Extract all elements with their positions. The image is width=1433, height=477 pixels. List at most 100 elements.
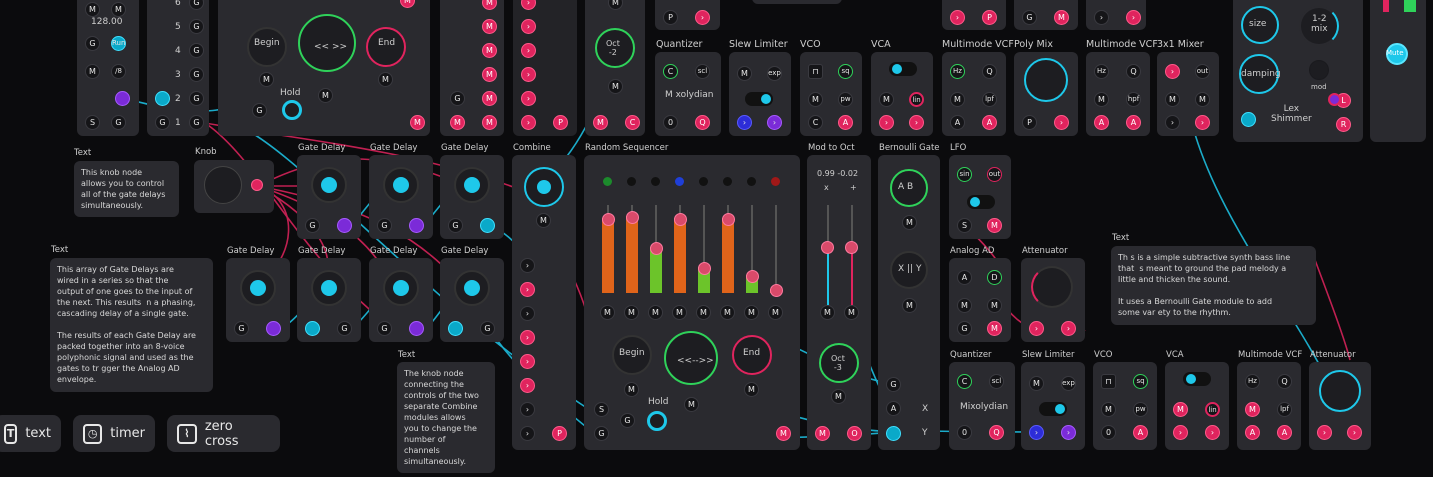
gate-2-port[interactable]: G xyxy=(189,91,204,106)
vco-out[interactable]: A xyxy=(838,115,853,130)
gd2-knob[interactable] xyxy=(383,167,419,203)
poly-out-2[interactable]: › xyxy=(521,19,536,34)
v2-wave[interactable]: ⊓ xyxy=(1101,374,1116,389)
vca2-out[interactable]: › xyxy=(1205,425,1220,440)
mult-slider[interactable] xyxy=(827,205,829,305)
slew-exp-port[interactable]: exp xyxy=(767,66,782,81)
vcf-hz-port[interactable]: Hz xyxy=(950,64,965,79)
vcf2-m-port[interactable]: M xyxy=(1094,92,1109,107)
bern-m-2[interactable]: M xyxy=(902,298,917,313)
combine-in-5[interactable]: › xyxy=(520,354,535,369)
voice-m-2[interactable]: M xyxy=(482,19,497,34)
mod-knob[interactable] xyxy=(1309,60,1329,80)
div-port[interactable]: /8 xyxy=(111,64,126,79)
quant-out[interactable]: Q xyxy=(695,115,710,130)
vcf2-hz-port[interactable]: Hz xyxy=(1094,64,1109,79)
step-handle-8[interactable] xyxy=(770,284,783,297)
atten2-knob[interactable] xyxy=(1319,370,1361,412)
voice-g-in[interactable]: G xyxy=(450,91,465,106)
vcf2-hpf-port[interactable]: hpf xyxy=(1126,92,1141,107)
splitter-in-port[interactable] xyxy=(155,91,170,106)
clock-m-port-3[interactable]: M xyxy=(85,64,100,79)
polymix-knob[interactable] xyxy=(1024,58,1068,102)
lfo-m[interactable]: M xyxy=(987,218,1002,233)
vco-m-port[interactable]: M xyxy=(808,92,823,107)
seq-begin-m[interactable]: M xyxy=(624,382,639,397)
voice-m-5[interactable]: M xyxy=(482,91,497,106)
gate-6-port[interactable]: G xyxy=(189,0,204,10)
clock-m-port-2[interactable]: M xyxy=(111,2,126,17)
combine-knob[interactable] xyxy=(524,167,564,207)
clock-out-port[interactable] xyxy=(115,91,130,106)
gd3-knob[interactable] xyxy=(454,167,490,203)
s2-m[interactable]: M xyxy=(1029,376,1044,391)
patch-canvas[interactable]: M M 128.00 G Run M /8 S G 6G 5G 4G 3G 2G… xyxy=(0,0,1433,477)
vca-out[interactable]: › xyxy=(909,115,924,130)
combine-in-2[interactable]: › xyxy=(520,282,535,297)
top-m-out[interactable]: M xyxy=(1054,10,1069,25)
combine-p-out[interactable]: P xyxy=(552,426,567,441)
ad-m-2[interactable]: M xyxy=(987,298,1002,313)
vca-in[interactable]: › xyxy=(879,115,894,130)
f3-lpf[interactable]: lpf xyxy=(1277,402,1292,417)
combine-m-out[interactable]: M xyxy=(410,115,425,130)
atten1-in[interactable]: › xyxy=(1029,321,1044,336)
poly-out-3[interactable]: › xyxy=(521,43,536,58)
step-m-port-2[interactable]: M xyxy=(624,305,639,320)
mod-m-1[interactable]: M xyxy=(820,305,835,320)
voice-m-7[interactable]: M xyxy=(482,115,497,130)
gd5-in[interactable] xyxy=(305,321,320,336)
range-m-port[interactable]: M xyxy=(318,88,333,103)
polymix-out[interactable]: › xyxy=(1054,115,1069,130)
poly-out-4[interactable]: › xyxy=(521,67,536,82)
end-mod-port[interactable]: M xyxy=(400,0,415,8)
oct-m-port-top[interactable]: M xyxy=(608,0,623,10)
atten1-out[interactable]: › xyxy=(1061,321,1076,336)
combine-in-1[interactable]: › xyxy=(520,258,535,273)
clock-m-port-1[interactable]: M xyxy=(85,2,100,17)
ad-a[interactable]: A xyxy=(957,270,972,285)
bern-m[interactable]: M xyxy=(902,215,917,230)
gd6-g[interactable]: G xyxy=(377,321,392,336)
bern-in[interactable] xyxy=(886,426,901,441)
step-handle-1[interactable] xyxy=(602,213,615,226)
splitter-g-port[interactable]: G xyxy=(155,115,170,130)
poly-out-6[interactable]: › xyxy=(521,115,536,130)
gd3-g[interactable]: G xyxy=(448,218,463,233)
ad-m-1[interactable]: M xyxy=(957,298,972,313)
step-m-port-1[interactable]: M xyxy=(600,305,615,320)
atten2-out[interactable]: › xyxy=(1347,425,1362,440)
seq-hold-g[interactable]: G xyxy=(620,413,635,428)
top-out-1[interactable]: › xyxy=(950,10,965,25)
gd1-out[interactable] xyxy=(337,218,352,233)
seq-g-port[interactable]: G xyxy=(594,426,609,441)
array-note[interactable]: This array of Gate Delays are wired in a… xyxy=(50,258,213,392)
mod-o-out[interactable]: O xyxy=(847,426,862,441)
step-slider-track-8[interactable] xyxy=(775,205,777,293)
ad-g[interactable]: G xyxy=(957,321,972,336)
slew-m-port[interactable]: M xyxy=(737,66,752,81)
slew-in[interactable]: › xyxy=(737,115,752,130)
mod-m-2[interactable]: M xyxy=(844,305,859,320)
vca-lin-port[interactable]: lin xyxy=(909,92,924,107)
quant-c-port[interactable]: C xyxy=(663,64,678,79)
seq-hold-button[interactable] xyxy=(647,411,667,431)
vca2-lin[interactable]: lin xyxy=(1205,402,1220,417)
vcf2-a-in[interactable]: A xyxy=(1094,115,1109,130)
vcf-lpf-port[interactable]: lpf xyxy=(982,92,997,107)
q2-0[interactable]: 0 xyxy=(957,425,972,440)
f3-out[interactable]: A xyxy=(1277,425,1292,440)
oct-m-out[interactable]: M xyxy=(593,115,608,130)
mixer-m-1[interactable]: M xyxy=(1165,92,1180,107)
mixer-out-knob[interactable]: out xyxy=(1195,64,1210,79)
voice-m-4[interactable]: M xyxy=(482,67,497,82)
run-button[interactable]: Run xyxy=(111,36,126,51)
offset-handle[interactable] xyxy=(845,241,858,254)
step-m-port-6[interactable]: M xyxy=(720,305,735,320)
seq-s-port[interactable]: S xyxy=(594,402,609,417)
top-p-out[interactable]: P xyxy=(982,10,997,25)
gd4-out[interactable] xyxy=(266,321,281,336)
combine-in-8[interactable]: › xyxy=(520,426,535,441)
ad-out[interactable]: M xyxy=(987,321,1002,336)
gd1-g[interactable]: G xyxy=(305,218,320,233)
